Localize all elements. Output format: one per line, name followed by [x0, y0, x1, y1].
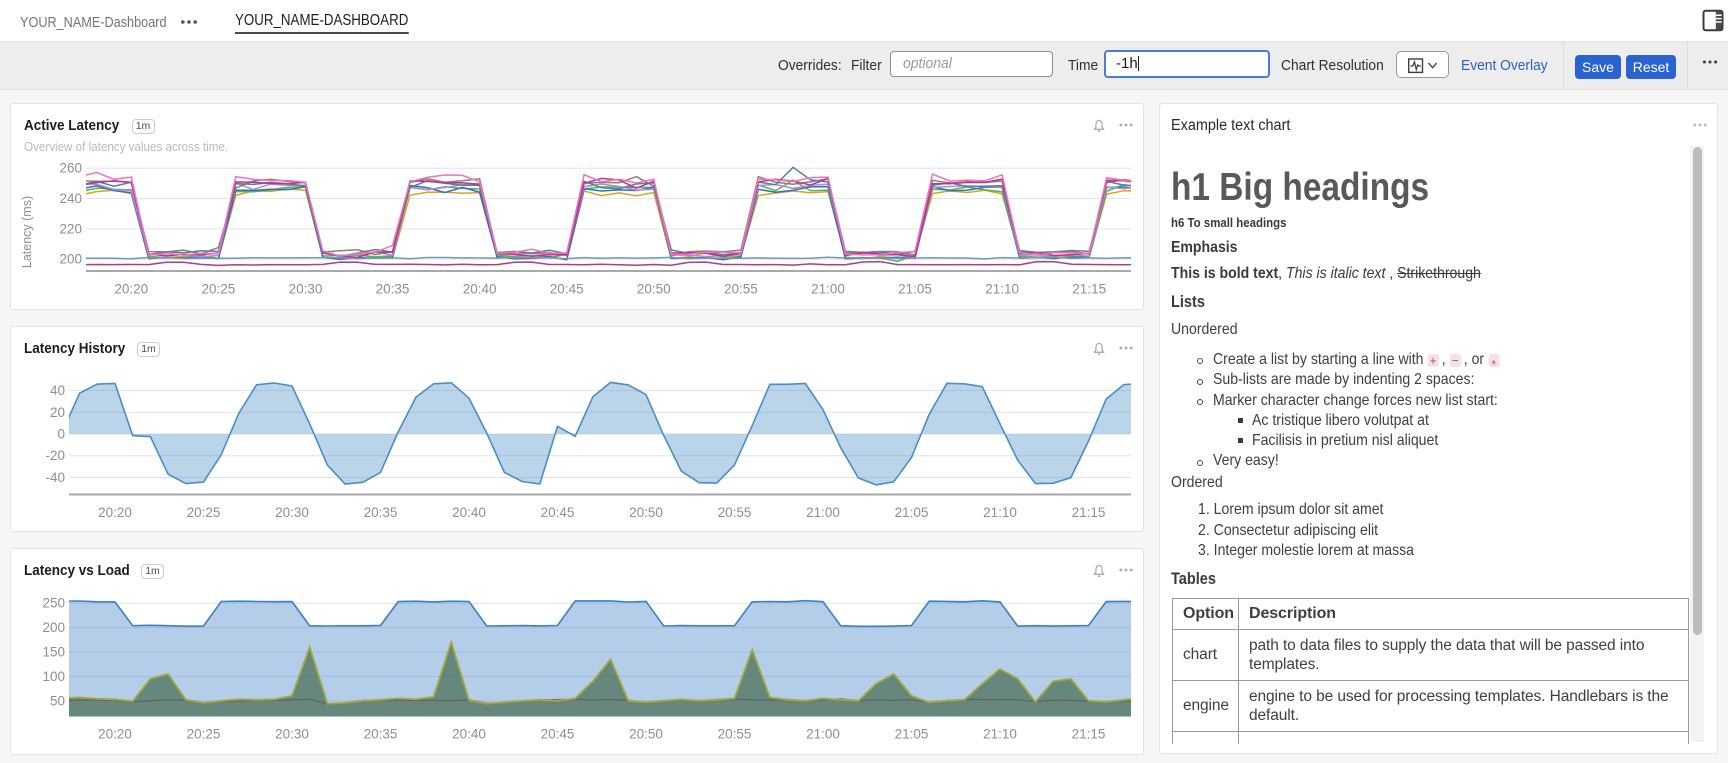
- svg-text:20:55: 20:55: [718, 505, 752, 520]
- svg-text:20:35: 20:35: [364, 505, 398, 520]
- svg-text:21:00: 21:00: [806, 505, 840, 520]
- svg-text:20:30: 20:30: [289, 282, 323, 297]
- svg-text:21:00: 21:00: [806, 727, 840, 742]
- svg-text:21:05: 21:05: [895, 727, 929, 742]
- svg-text:250: 250: [42, 596, 65, 611]
- svg-text:20:35: 20:35: [364, 727, 398, 742]
- svg-text:20:50: 20:50: [637, 282, 671, 297]
- svg-text:20:25: 20:25: [187, 505, 221, 520]
- svg-text:20:20: 20:20: [114, 282, 148, 297]
- svg-text:Latency (ms): Latency (ms): [20, 196, 34, 268]
- svg-text:21:15: 21:15: [1072, 505, 1106, 520]
- svg-text:20:20: 20:20: [98, 505, 132, 520]
- svg-text:20:25: 20:25: [187, 727, 221, 742]
- svg-text:20:45: 20:45: [550, 282, 584, 297]
- svg-text:200: 200: [59, 252, 82, 267]
- svg-text:200: 200: [42, 620, 65, 635]
- svg-text:21:10: 21:10: [985, 282, 1019, 297]
- svg-text:20:50: 20:50: [629, 505, 663, 520]
- svg-text:21:15: 21:15: [1072, 727, 1106, 742]
- svg-text:21:05: 21:05: [898, 282, 932, 297]
- svg-text:20: 20: [50, 405, 65, 420]
- svg-text:-20: -20: [45, 448, 65, 463]
- svg-text:150: 150: [42, 645, 65, 660]
- svg-text:20:45: 20:45: [541, 727, 575, 742]
- svg-text:20:30: 20:30: [275, 727, 309, 742]
- svg-text:20:55: 20:55: [724, 282, 758, 297]
- svg-text:20:40: 20:40: [452, 505, 486, 520]
- svg-text:240: 240: [59, 191, 82, 206]
- svg-text:21:05: 21:05: [895, 505, 929, 520]
- svg-text:100: 100: [42, 669, 65, 684]
- svg-text:20:40: 20:40: [463, 282, 497, 297]
- svg-text:-40: -40: [45, 470, 65, 485]
- svg-text:20:25: 20:25: [202, 282, 236, 297]
- svg-text:20:45: 20:45: [541, 505, 575, 520]
- svg-text:20:30: 20:30: [275, 505, 309, 520]
- svg-text:21:15: 21:15: [1072, 282, 1106, 297]
- svg-text:220: 220: [59, 221, 82, 236]
- svg-text:0: 0: [57, 427, 65, 442]
- svg-text:50: 50: [50, 693, 65, 708]
- svg-text:20:40: 20:40: [452, 727, 486, 742]
- svg-text:20:55: 20:55: [718, 727, 752, 742]
- svg-text:20:20: 20:20: [98, 727, 132, 742]
- svg-text:260: 260: [59, 161, 82, 176]
- svg-text:21:10: 21:10: [983, 505, 1017, 520]
- svg-text:21:00: 21:00: [811, 282, 845, 297]
- svg-text:40: 40: [50, 383, 65, 398]
- svg-text:20:35: 20:35: [376, 282, 410, 297]
- svg-text:21:10: 21:10: [983, 727, 1017, 742]
- svg-text:20:50: 20:50: [629, 727, 663, 742]
